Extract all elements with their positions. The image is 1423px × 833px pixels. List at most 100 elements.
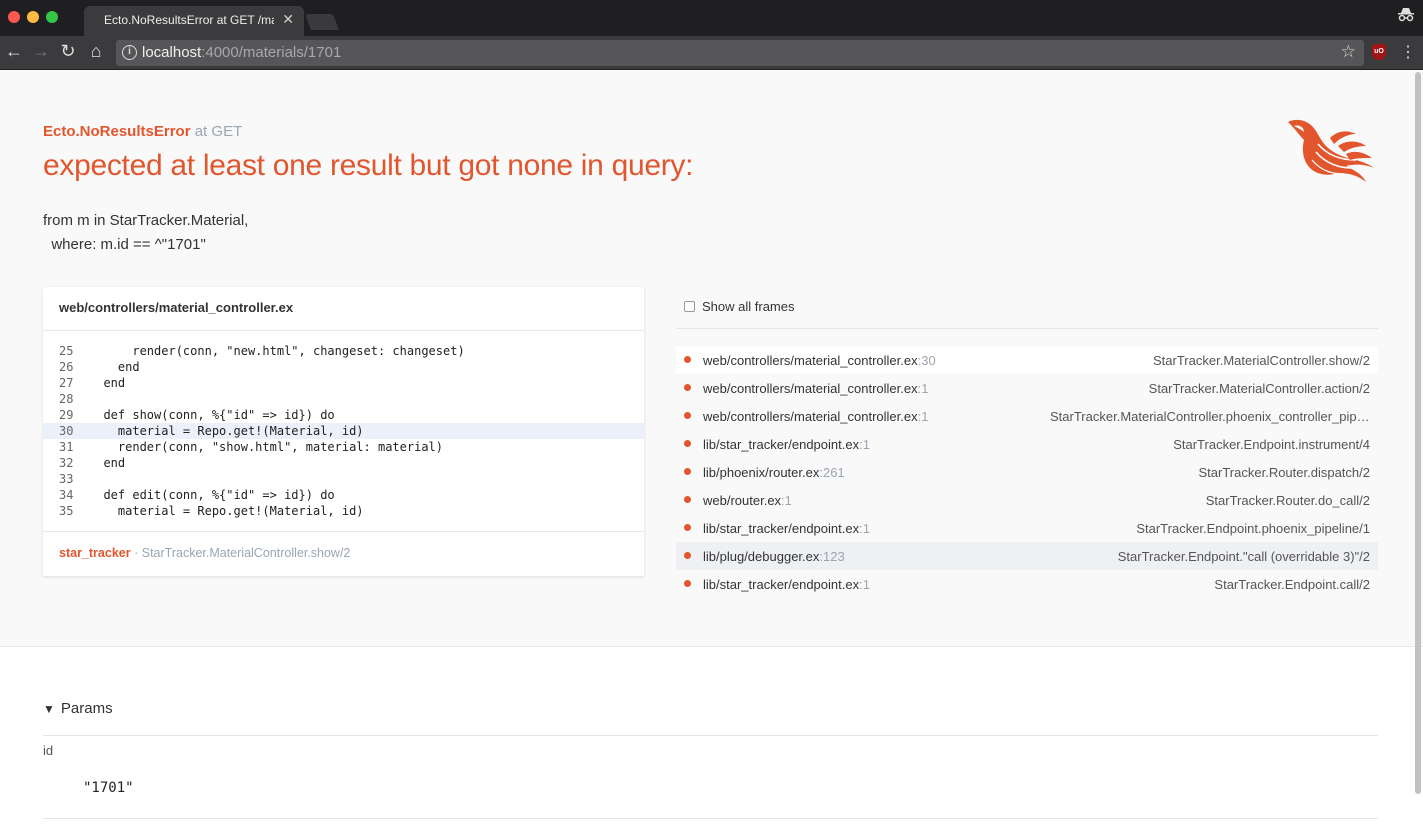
code-text: end <box>89 456 126 470</box>
forward-icon[interactable]: → <box>31 41 51 62</box>
stack-frame[interactable]: web/controllers/material_controller.ex:1… <box>676 374 1378 402</box>
divider <box>43 818 1378 819</box>
frame-function: StarTracker.Endpoint.instrument/4 <box>1173 437 1370 452</box>
frame-file: web/controllers/material_controller.ex:1 <box>703 381 928 396</box>
frame-file: lib/star_tracker/endpoint.ex:1 <box>703 521 870 536</box>
error-type: Ecto.NoResultsError <box>43 123 191 140</box>
phoenix-logo <box>1288 119 1374 182</box>
code-text: material = Repo.get!(Material, id) <box>89 424 364 438</box>
code-card-footer: star_tracker · StarTracker.MaterialContr… <box>43 531 644 576</box>
stack-frame[interactable]: lib/plug/debugger.ex:123 StarTracker.Endp… <box>676 542 1378 570</box>
frame-file: lib/star_tracker/endpoint.ex:1 <box>703 577 870 592</box>
show-all-frames-label: Show all frames <box>702 299 795 314</box>
code-line: 33 <box>43 471 644 487</box>
show-all-frames-toggle[interactable]: Show all frames <box>684 299 794 314</box>
frame-file-path: lib/phoenix/router.ex <box>703 465 820 480</box>
frame-line-number: :1 <box>917 409 929 424</box>
code-line: 26 end <box>43 359 644 375</box>
stack-frame[interactable]: lib/star_tracker/endpoint.ex:1 StarTracke… <box>676 570 1378 598</box>
page-scrollbar[interactable] <box>1415 72 1421 794</box>
frame-file-path: lib/star_tracker/endpoint.ex <box>703 437 860 452</box>
frame-function: StarTracker.Router.dispatch/2 <box>1198 465 1371 480</box>
frame-function: StarTracker.Endpoint.call/2 <box>1214 577 1370 592</box>
line-number: 35 <box>59 504 74 518</box>
frame-file-path: web/controllers/material_controller.ex <box>703 353 918 368</box>
url-text[interactable]: localhost:4000/materials/1701 <box>142 44 341 61</box>
error-heading: Ecto.NoResultsError at GET <box>43 123 242 140</box>
code-line: 27 end <box>43 375 644 391</box>
error-title: expected at least one result but got non… <box>43 149 694 182</box>
code-file-name: web/controllers/material_controller.ex <box>43 287 644 331</box>
line-number: 31 <box>59 440 74 454</box>
line-number: 27 <box>59 376 74 390</box>
frame-file-path: web/controllers/material_controller.ex <box>703 381 918 396</box>
param-value: "1701" <box>83 780 134 796</box>
code-snippet-card: web/controllers/material_controller.ex 2… <box>43 287 644 576</box>
ublock-icon[interactable]: uO <box>1372 44 1386 60</box>
params-title: Params <box>60 700 113 717</box>
frame-file-path: lib/star_tracker/endpoint.ex <box>703 577 860 592</box>
stack-frame[interactable]: web/router.ex:1 StarTracker.Router.do_cal… <box>676 486 1378 514</box>
frame-app-dot <box>684 524 691 531</box>
code-line: 28 <box>43 391 644 407</box>
new-tab-button[interactable] <box>305 14 339 30</box>
frame-app-dot <box>684 440 691 447</box>
line-number: 34 <box>59 488 74 502</box>
info-icon[interactable]: i <box>122 45 137 60</box>
frame-app-dot <box>684 496 691 503</box>
maximize-window-button[interactable] <box>46 11 58 23</box>
home-icon[interactable]: ⌂ <box>86 41 106 62</box>
error-request: at GET <box>194 123 243 140</box>
line-number: 30 <box>59 424 74 438</box>
frame-function: StarTracker.Endpoint.phoenix_pipeline/1 <box>1136 521 1370 536</box>
frame-line-number: :30 <box>917 353 936 368</box>
frame-app-dot <box>684 412 691 419</box>
close-window-button[interactable] <box>8 11 20 23</box>
show-all-frames-checkbox[interactable] <box>684 301 695 312</box>
frame-function: StarTracker.MaterialController.phoenix_c… <box>1050 409 1370 424</box>
frame-file: lib/star_tracker/endpoint.ex:1 <box>703 437 870 452</box>
app-name: star_tracker <box>59 546 131 560</box>
star-icon[interactable]: ☆ <box>1341 42 1356 62</box>
params-toggle[interactable]: ▼ Params <box>43 700 113 717</box>
frame-file-path: lib/star_tracker/endpoint.ex <box>703 521 860 536</box>
code-line: 29 def show(conn, %{"id" => id}) do <box>43 407 644 423</box>
stack-frame[interactable]: web/controllers/material_controller.ex:3… <box>676 346 1378 374</box>
stack-frame[interactable]: web/controllers/material_controller.ex:1… <box>676 402 1378 430</box>
stack-frame[interactable]: lib/phoenix/router.ex:261 StarTracker.Rou… <box>676 458 1378 486</box>
divider <box>43 735 1378 736</box>
frame-line-number: :261 <box>819 465 845 480</box>
stack-frame[interactable]: lib/star_tracker/endpoint.ex:1 StarTracke… <box>676 430 1378 458</box>
frame-file: web/controllers/material_controller.ex:3… <box>703 353 936 368</box>
frame-file-path: web/router.ex <box>703 493 782 508</box>
frame-file: lib/plug/debugger.ex:123 <box>703 549 845 564</box>
code-line: 31 render(conn, "show.html", material: m… <box>43 439 644 455</box>
frame-line-number: :1 <box>781 493 792 508</box>
frame-file: lib/phoenix/router.ex:261 <box>703 465 845 480</box>
code-text: render(conn, "show.html", material: mate… <box>89 440 444 454</box>
tab-close-icon[interactable]: ✕ <box>282 11 294 28</box>
tab-title: Ecto.NoResultsError at GET /materials/17… <box>104 13 274 27</box>
frame-function: StarTracker.Endpoint."call (overridable … <box>1117 549 1370 564</box>
code-text: material = Repo.get!(Material, id) <box>89 504 364 518</box>
browser-tab-active[interactable]: Ecto.NoResultsError at GET /materials/17… <box>84 6 304 36</box>
address-bar[interactable]: i localhost:4000/materials/1701 ☆ <box>116 40 1364 66</box>
code-line: 32 end <box>43 455 644 471</box>
code-text: def edit(conn, %{"id" => id}) do <box>89 488 335 502</box>
menu-icon[interactable]: ⋮ <box>1400 42 1416 62</box>
frame-line-number: :123 <box>819 549 845 564</box>
footer-separator: · <box>134 546 139 560</box>
line-number: 33 <box>59 472 74 486</box>
line-number: 26 <box>59 360 74 374</box>
frame-function: StarTracker.MaterialController.action/2 <box>1148 381 1370 396</box>
stack-frame[interactable]: lib/star_tracker/endpoint.ex:1 StarTracke… <box>676 514 1378 542</box>
frame-file-path: lib/plug/debugger.ex <box>703 549 820 564</box>
minimize-window-button[interactable] <box>27 11 39 23</box>
reload-icon[interactable]: ↻ <box>58 41 78 62</box>
browser-toolbar: ← → ↻ ⌂ i localhost:4000/materials/1701 … <box>0 36 1423 70</box>
code-line: 25 render(conn, "new.html", changeset: c… <box>43 343 644 359</box>
param-key: id <box>43 743 54 758</box>
incognito-icon <box>1397 7 1415 28</box>
back-icon[interactable]: ← <box>4 41 24 62</box>
frame-file-path: web/controllers/material_controller.ex <box>703 409 918 424</box>
